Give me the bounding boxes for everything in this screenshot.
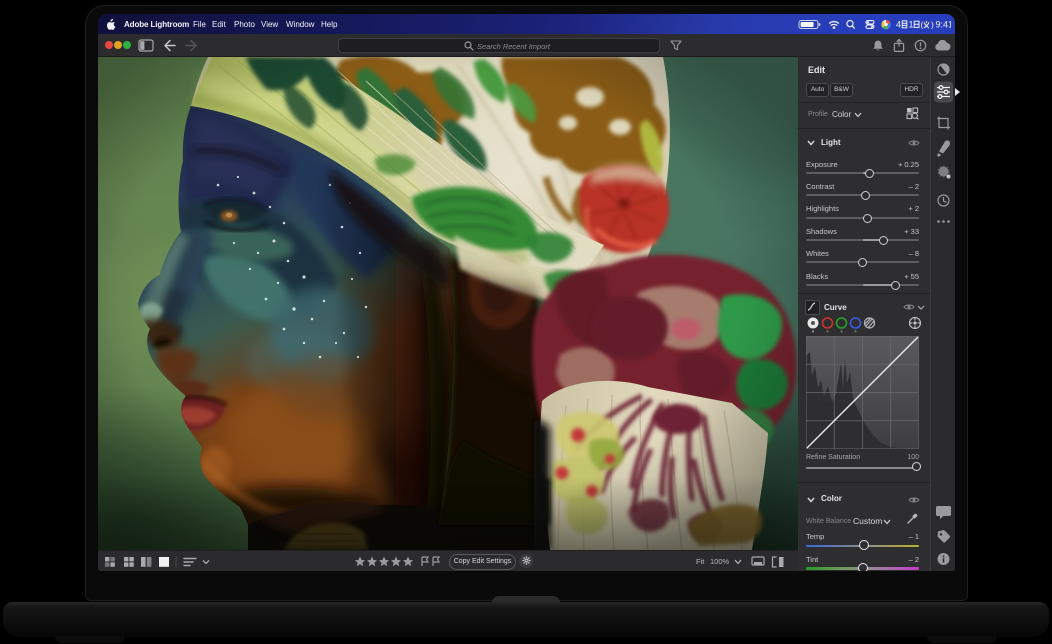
- svg-text:(: (: [921, 19, 924, 29]
- svg-text:4: 4: [896, 19, 901, 29]
- svg-text:1: 1: [909, 19, 914, 29]
- svg-text:9:41: 9:41: [936, 19, 952, 29]
- svg-text:): ): [931, 19, 934, 29]
